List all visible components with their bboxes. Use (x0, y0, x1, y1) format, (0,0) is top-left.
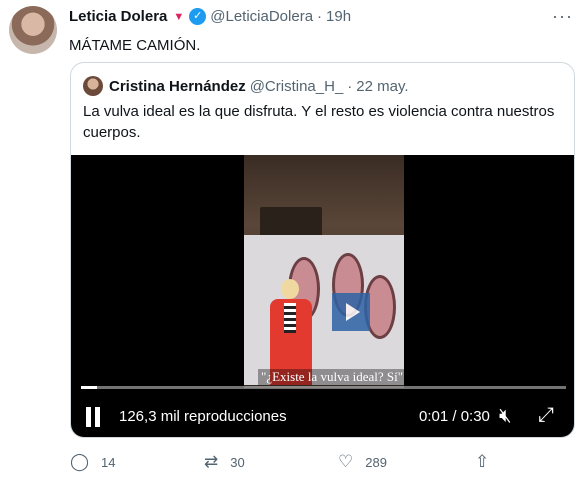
fullscreen-icon[interactable]: ⤢ (538, 404, 554, 427)
view-count: 126,3 mil reproducciones (119, 408, 287, 425)
retweet-button[interactable]: ⇄ 30 (204, 452, 245, 472)
separator-dot: · (317, 8, 323, 25)
video-player[interactable]: "¿Existe la vulva ideal? Sí" 126,3 mil r… (71, 155, 574, 437)
quoted-tweet[interactable]: Cristina Hernández @Cristina_H_ · 22 may… (70, 62, 575, 438)
more-options-icon[interactable]: ··· (552, 6, 573, 27)
reply-button[interactable]: ◯ 14 (70, 452, 116, 472)
author-name[interactable]: Leticia Dolera (69, 8, 167, 25)
presenter-shirt (284, 303, 296, 333)
quoted-tweet-date[interactable]: 22 may. (356, 78, 408, 95)
tweet-time[interactable]: 19h (326, 8, 351, 25)
tweet-header: Leticia Dolera ▼ ✓ @LeticiaDolera · 19h (69, 8, 351, 25)
tweet-actions: ◯ 14 ⇄ 30 ♡ 289 ⇧ (70, 452, 490, 474)
quoted-tweet-header: Cristina Hernández @Cristina_H_ · 22 may… (83, 76, 409, 96)
embedded-play-icon (332, 293, 370, 331)
quoted-author-handle[interactable]: @Cristina_H_ (250, 78, 344, 95)
reply-count: 14 (101, 454, 116, 470)
retweet-icon: ⇄ (204, 452, 219, 471)
heart-icon: ♡ (338, 452, 354, 471)
like-button[interactable]: ♡ 289 (338, 452, 387, 472)
like-count: 289 (365, 454, 387, 470)
retweet-count: 30 (230, 454, 245, 470)
video-duration: 0:01 / 0:30 (419, 408, 490, 425)
video-subtitle: "¿Existe la vulva ideal? Sí" (258, 369, 407, 385)
video-progress-bar[interactable] (81, 386, 566, 389)
wall-speaker (260, 207, 322, 237)
quoted-author-avatar[interactable] (83, 76, 103, 96)
separator-dot: · (347, 77, 353, 95)
heart-emoji-icon: ▼ (173, 10, 185, 23)
mute-icon[interactable]: 🔇︎ (499, 405, 512, 428)
author-handle[interactable]: @LeticiaDolera (210, 8, 313, 25)
author-avatar[interactable] (9, 6, 57, 54)
share-icon: ⇧ (475, 452, 490, 471)
video-progress-fill (81, 386, 97, 389)
presenter-head (281, 279, 299, 299)
quoted-author-name[interactable]: Cristina Hernández (109, 78, 246, 95)
pause-icon[interactable] (84, 407, 102, 427)
verified-badge-icon: ✓ (189, 8, 207, 25)
reply-icon: ◯ (70, 452, 90, 471)
share-button[interactable]: ⇧ (475, 452, 501, 472)
tv-screen (244, 235, 404, 385)
tweet-text: MÁTAME CAMIÓN. (69, 37, 201, 54)
quoted-tweet-text: La vulva ideal es la que disfruta. Y el … (83, 103, 555, 141)
video-frame: "¿Existe la vulva ideal? Sí" (244, 155, 407, 388)
